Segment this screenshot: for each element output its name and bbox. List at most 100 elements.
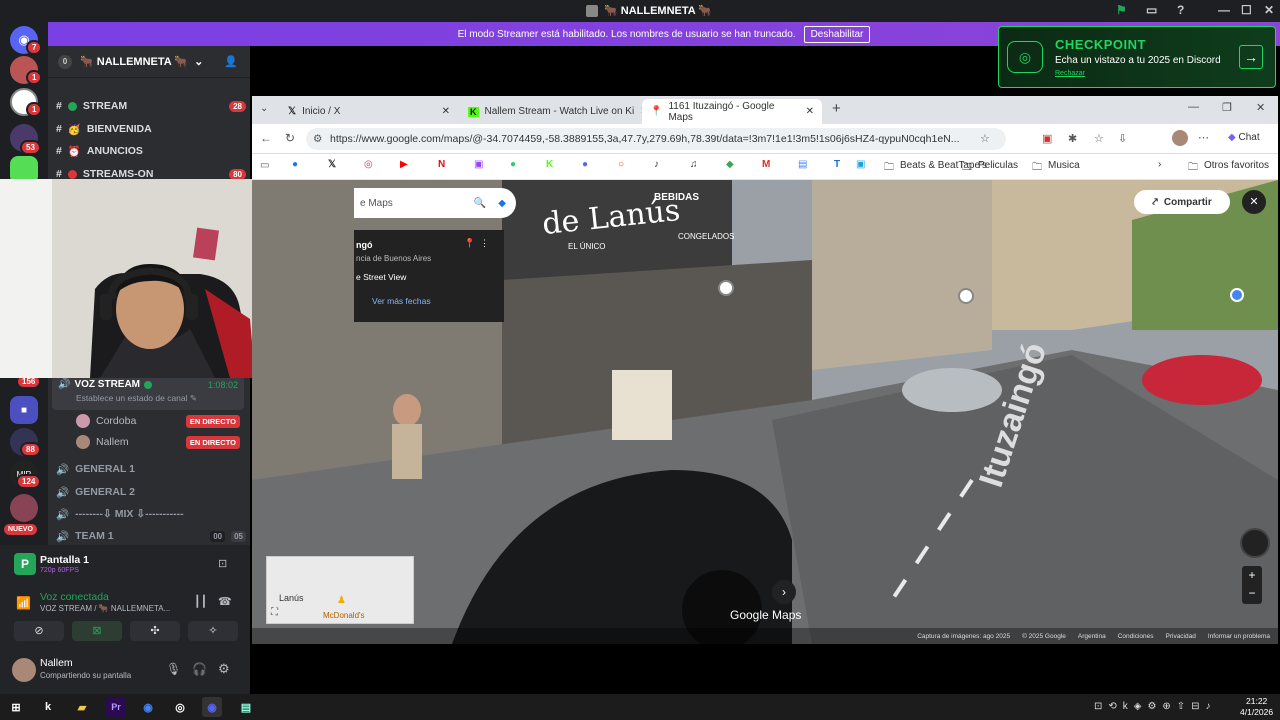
bookmark-item[interactable]: ▭ (260, 160, 269, 171)
nav-marker-icon[interactable] (958, 288, 974, 304)
copilot-chat[interactable]: ◆ Chat (1228, 132, 1260, 143)
site-info-icon[interactable]: ⚙ (313, 133, 322, 145)
close-button[interactable]: ✕ (1256, 101, 1265, 114)
close-icon[interactable]: ✕ (806, 106, 814, 117)
obs-icon[interactable]: ◎ (170, 697, 190, 717)
zoom-controls[interactable]: + − (1242, 566, 1262, 604)
disconnect-icon[interactable]: ☎ (218, 595, 232, 608)
maximize-button[interactable]: ☐ (1241, 3, 1252, 17)
tab-kick[interactable]: KNallem Stream - Watch Live on Ki✕ (460, 99, 642, 124)
voice-channel[interactable]: 🔊 --------⇩ MIX ⇩----------- (56, 504, 246, 524)
translate-icon[interactable]: ▤ (798, 159, 807, 170)
zoom-in-button[interactable]: + (1242, 566, 1262, 584)
twitch-icon[interactable]: ▣ (474, 159, 483, 170)
arrow-right-icon[interactable]: → (1239, 45, 1263, 69)
bookmark-icon[interactable]: T (834, 159, 840, 170)
windows-start-icon[interactable]: ⊞ (6, 697, 26, 717)
disable-streamer-button[interactable]: Deshabilitar (803, 25, 871, 43)
compass-icon[interactable] (1240, 528, 1270, 558)
checkpoint-popup[interactable]: ◎ CHECKPOINT Echa un vistazo a tu 2025 e… (998, 26, 1276, 88)
close-button[interactable]: ✕ (1264, 3, 1274, 17)
more-dates-link[interactable]: Ver más fechas (372, 296, 431, 306)
tiktok-icon[interactable]: ♫ (690, 159, 698, 170)
channel-item[interactable]: # 🥳 BIENVENIDA (56, 119, 246, 139)
nav-marker-icon[interactable] (1230, 288, 1244, 302)
extension-icon[interactable]: ▣ (1042, 132, 1052, 145)
reload-icon[interactable]: ↻ (285, 131, 295, 145)
add-member-icon[interactable]: 👤 (224, 55, 238, 68)
file-explorer-icon[interactable]: ▰ (72, 697, 92, 717)
server-header[interactable]: 0 🐂 NALLEMNETA 🐂 ⌄ 👤 (48, 46, 250, 78)
chrome-icon[interactable]: ◉ (138, 697, 158, 717)
headphones-icon[interactable]: 🎧 (192, 662, 207, 676)
premiere-icon[interactable]: Pr (106, 697, 126, 717)
bookmark-icon[interactable]: ○ (618, 159, 624, 170)
downloads-icon[interactable]: ⇩ (1118, 132, 1127, 145)
chevron-right-icon[interactable]: › (1158, 159, 1161, 170)
pin-icon[interactable]: 📍 (464, 238, 475, 249)
kick-app-icon[interactable]: k (38, 697, 58, 717)
settings-gear-icon[interactable]: ⚙ (218, 661, 230, 677)
soundboard-icon[interactable]: ✧ (188, 621, 238, 641)
discord-app-icon[interactable]: ◉ (202, 697, 222, 717)
bookmark-folder[interactable]: 🗀 Musica (1032, 160, 1080, 177)
voice-channel[interactable]: 🔊 GENERAL 1 (56, 459, 246, 479)
share-button[interactable]: ⤤ Compartir (1134, 190, 1230, 214)
more-icon[interactable]: ⋮ (480, 238, 489, 249)
avatar[interactable] (12, 658, 36, 682)
extensions-icon[interactable]: ✱ (1068, 132, 1077, 145)
voice-member[interactable]: Nallem EN DIRECTO (76, 432, 240, 452)
instagram-icon[interactable]: ◎ (364, 159, 373, 170)
tab-x[interactable]: 𝕏 Inicio / X ✕ (280, 99, 458, 124)
bookmark-icon[interactable]: ♪ (654, 159, 659, 170)
tab-google-maps[interactable]: 📍 1161 Ituzaingó - Google Maps ✕ (642, 99, 822, 124)
voice-channel[interactable]: 🔊 GENERAL 2 (56, 482, 246, 502)
activities-icon[interactable]: ✣ (130, 621, 180, 641)
search-icon[interactable]: 🔍 (474, 198, 486, 209)
help-icon[interactable]: ? (1177, 3, 1184, 17)
camera-off-icon[interactable]: ⊘ (14, 621, 64, 641)
pencil-icon[interactable]: ✎ (190, 393, 197, 403)
discord-icon[interactable]: ● (582, 159, 588, 170)
nav-marker-icon[interactable] (718, 280, 734, 296)
new-tab-icon[interactable]: + (832, 100, 841, 117)
expand-icon[interactable]: ⛶ (271, 607, 278, 618)
directions-icon[interactable]: ◆ (498, 198, 506, 209)
tray-icons[interactable]: ⊡⟲k◈⚙⊕⇧⊟♪ (1094, 701, 1217, 712)
whatsapp-icon[interactable]: ● (510, 159, 516, 170)
x-logo-icon[interactable]: 𝕏 (328, 159, 336, 170)
street-view[interactable]: de Lanús BEBIDAS CONGELADOS EL ÚNICO Itu… (252, 180, 1278, 644)
maps-search-box[interactable]: e Maps 🔍 ◆ (354, 188, 516, 218)
voice-channel-active[interactable]: 🔊 VOZ STREAM 1:08:02 Establece un estado… (52, 376, 244, 410)
inbox-icon[interactable]: ▭ (1146, 3, 1157, 17)
chevron-right-icon[interactable]: › (772, 580, 796, 604)
voice-member[interactable]: Cordoba EN DIRECTO (76, 411, 240, 431)
clock-time[interactable]: 21:22 (1246, 696, 1267, 706)
profile-avatar[interactable] (1172, 130, 1188, 146)
minimap[interactable]: Lanús ♟ McDonald's ⛶ (266, 556, 414, 624)
tab-search-icon[interactable]: ⌄ (260, 103, 268, 114)
favorites-icon[interactable]: ☆ (1094, 132, 1104, 145)
back-icon[interactable]: ← (260, 131, 272, 145)
privacy-link[interactable]: Privacidad (1166, 633, 1196, 640)
gmail-icon[interactable]: M (762, 159, 770, 170)
minimize-button[interactable]: — (1188, 101, 1199, 113)
other-favorites[interactable]: 🗀 Otros favoritos (1188, 160, 1269, 177)
zoom-out-button[interactable]: − (1242, 584, 1262, 602)
server-icon[interactable] (10, 494, 38, 522)
voice-channel[interactable]: 🔊 TEAM 1 00 05 (56, 526, 246, 546)
bookmark-folder[interactable]: 🗀 Peliculas (962, 160, 1018, 177)
facebook-icon[interactable]: ● (292, 159, 298, 170)
bookmark-star-icon[interactable]: ☆ (980, 132, 990, 145)
folder-icon[interactable]: ■ (10, 396, 38, 424)
user-name[interactable]: Nallem (40, 657, 73, 669)
bookmark-icon[interactable]: ▣ (856, 159, 865, 170)
screenshare-icon[interactable]: ⊠ (72, 621, 122, 641)
clock-date[interactable]: 4/1/2026 (1240, 707, 1273, 717)
screen-icon[interactable]: ⊡ (218, 557, 227, 570)
close-street-view-button[interactable]: ✕ (1242, 190, 1266, 214)
flag-icon[interactable]: ⚑ (1116, 3, 1127, 17)
connection-channel[interactable]: VOZ STREAM / 🐂 NALLEMNETA... (40, 604, 170, 613)
netflix-icon[interactable]: N (438, 159, 445, 170)
menu-icon[interactable]: ⋯ (1198, 131, 1209, 144)
